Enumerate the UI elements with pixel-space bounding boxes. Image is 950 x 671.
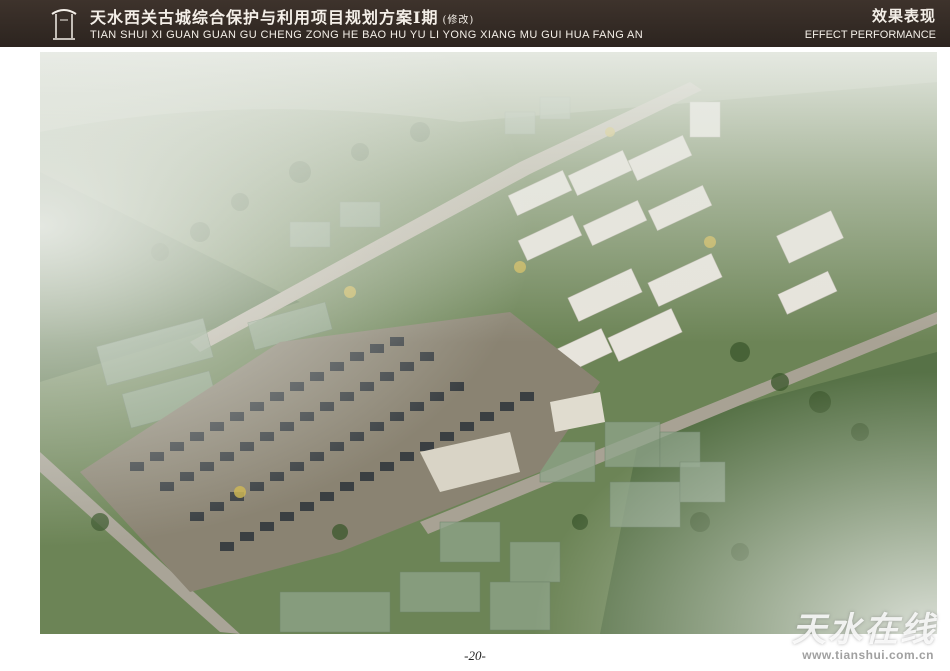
pavilion-logo-icon [51,9,77,40]
watermark-text: 天水在线 [792,610,936,650]
project-title-cn: 天水西关古城综合保护与利用项目规划方案Ⅰ期 (修改) [90,4,474,28]
aerial-rendering [40,52,937,634]
project-title-en: TIAN SHUI XI GUAN GUAN GU CHENG ZONG HE … [90,29,644,41]
project-title-text: 天水西关古城综合保护与利用项目规划方案Ⅰ期 [90,8,439,27]
section-title-cn: 效果表现 [871,7,936,25]
section-title-en: EFFECT PERFORMANCE [804,29,936,41]
site-watermark: 天水在线 www.tianshui.com.cn [770,602,942,664]
header-bar: 天水西关古城综合保护与利用项目规划方案Ⅰ期 (修改) TIAN SHUI XI G… [0,0,950,47]
revision-label: (修改) [442,15,475,26]
watermark-url: www.tianshui.com.cn [802,648,934,662]
